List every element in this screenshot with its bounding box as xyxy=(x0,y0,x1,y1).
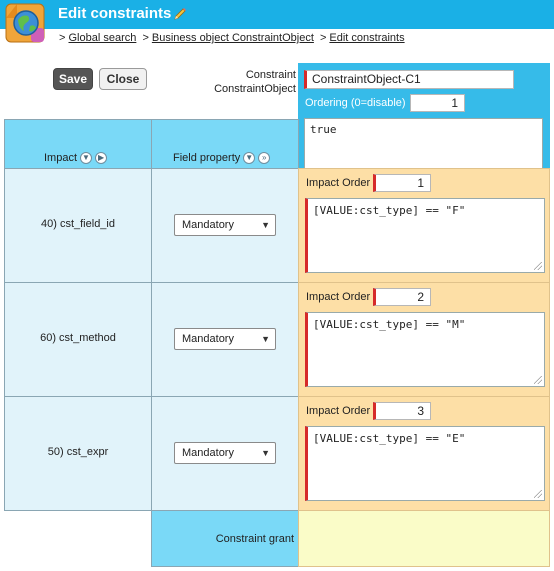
chevron-down-icon: ▼ xyxy=(261,220,270,230)
constraint-grant-header: Constraint grant xyxy=(151,510,299,567)
impact-expression-text: [VALUE:cst_type] == "M" xyxy=(313,318,466,331)
ordering-input[interactable]: 1 xyxy=(410,94,465,112)
select-value: Mandatory xyxy=(182,333,234,345)
sort-down-icon[interactable]: ▼ xyxy=(243,152,256,164)
impact-order-label: Impact Order xyxy=(306,405,371,417)
impact-expression-text: [VALUE:cst_type] == "E" xyxy=(313,432,466,445)
constraint-grant-label: Constraint grant xyxy=(215,533,294,545)
field-property-select[interactable]: Mandatory ▼ xyxy=(174,328,276,350)
chevron-down-icon: ▼ xyxy=(261,334,270,344)
impact-order-input[interactable]: 1 xyxy=(373,174,431,192)
breadcrumb-prefix: > xyxy=(59,32,66,44)
resize-grip-icon[interactable] xyxy=(534,376,542,384)
select-value: Mandatory xyxy=(182,219,234,231)
field-property-header-label: Field property xyxy=(173,151,241,164)
impact-expression-textarea[interactable]: [VALUE:cst_type] == "F" xyxy=(305,198,545,273)
pencil-icon xyxy=(172,6,188,22)
resize-grip-icon[interactable] xyxy=(534,262,542,270)
impact-header: Impact ▼ ▶ xyxy=(4,119,152,169)
impact-name: 40) cst_field_id xyxy=(41,218,115,230)
impact-order-input[interactable]: 3 xyxy=(373,402,431,420)
breadcrumb-separator: > xyxy=(319,32,327,44)
sort-down-icon[interactable]: ▼ xyxy=(80,152,93,164)
impact-expression-text: [VALUE:cst_type] == "F" xyxy=(313,204,466,217)
breadcrumb-global-search[interactable]: Global search xyxy=(69,32,137,44)
breadcrumb-business-object[interactable]: Business object ConstraintObject xyxy=(152,32,314,44)
impact-order-cell: Impact Order 2 [VALUE:cst_type] == "M" xyxy=(298,282,550,397)
ordering-label: Ordering (0=disable) xyxy=(305,97,406,109)
field-property-select[interactable]: Mandatory ▼ xyxy=(174,214,276,236)
constraint-label: Constraint xyxy=(245,69,296,81)
table-row: 50) cst_expr xyxy=(4,396,152,511)
page-title: Edit constraints xyxy=(58,5,172,22)
constraint-labels: Constraint ConstraintObject xyxy=(214,68,296,96)
impact-order-label: Impact Order xyxy=(306,177,371,189)
constraint-grant-cell[interactable] xyxy=(298,510,550,567)
impact-order-cell: Impact Order 3 [VALUE:cst_type] == "E" xyxy=(298,396,550,511)
chevron-down-icon: ▼ xyxy=(261,448,270,458)
table-row: Mandatory ▼ xyxy=(151,282,299,397)
breadcrumb: > Global search > Business object Constra… xyxy=(59,32,405,44)
constraint-expression-textarea[interactable]: true xyxy=(304,118,543,169)
table-row: Mandatory ▼ xyxy=(151,396,299,511)
impact-header-label: Impact xyxy=(44,151,78,164)
table-row: 40) cst_field_id xyxy=(4,168,152,283)
constraint-object-label: ConstraintObject xyxy=(214,83,296,95)
field-property-select[interactable]: Mandatory ▼ xyxy=(174,442,276,464)
constraint-name-input[interactable]: ConstraintObject-C1 xyxy=(304,70,514,89)
impact-order-input[interactable]: 2 xyxy=(373,288,431,306)
app-logo-icon xyxy=(4,2,48,46)
fast-forward-icon[interactable]: » xyxy=(258,152,271,164)
field-property-header: Field property ▼» xyxy=(151,119,299,169)
breadcrumb-edit-constraints[interactable]: Edit constraints xyxy=(329,32,404,44)
impact-name: 50) cst_expr xyxy=(47,446,109,458)
impact-expression-textarea[interactable]: [VALUE:cst_type] == "E" xyxy=(305,426,545,501)
select-value: Mandatory xyxy=(182,447,234,459)
impact-expression-textarea[interactable]: [VALUE:cst_type] == "M" xyxy=(305,312,545,387)
table-row: Mandatory ▼ xyxy=(151,168,299,283)
breadcrumb-separator: > xyxy=(142,32,149,44)
save-button[interactable]: Save xyxy=(53,68,93,90)
close-button[interactable]: Close xyxy=(99,68,147,90)
resize-grip-icon[interactable] xyxy=(534,490,542,498)
impact-name: 60) cst_method xyxy=(40,332,116,344)
impact-order-cell: Impact Order 1 [VALUE:cst_type] == "F" xyxy=(298,168,550,283)
table-row: 60) cst_method xyxy=(4,282,152,397)
expand-right-icon[interactable]: ▶ xyxy=(95,152,108,164)
impact-order-label: Impact Order xyxy=(306,291,371,303)
